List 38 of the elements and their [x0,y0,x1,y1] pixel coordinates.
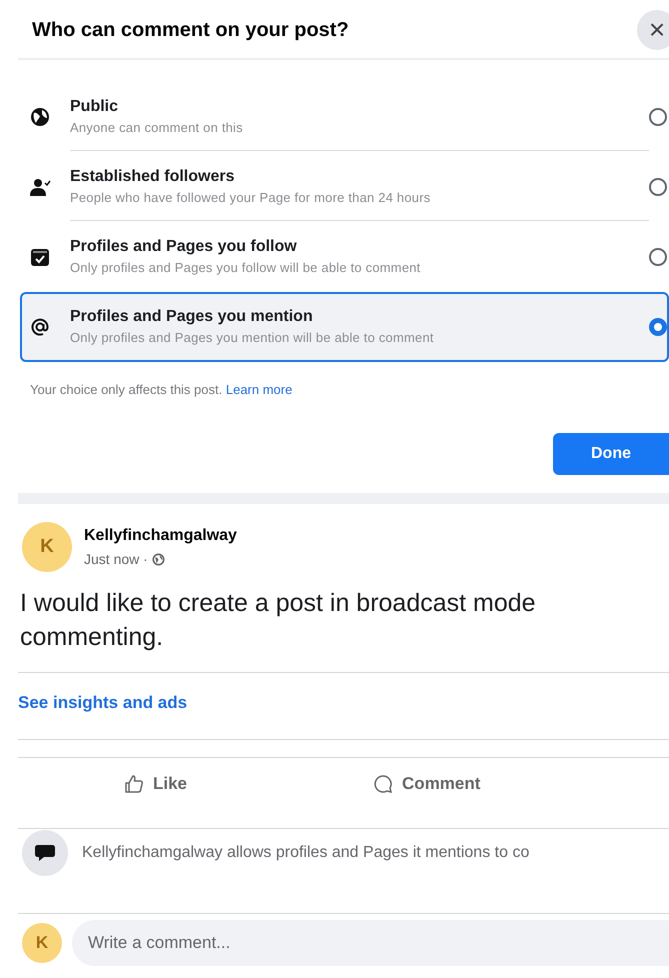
dialog-title: Who can comment on your post? [32,18,349,42]
option-row[interactable]: Profiles and Pages you mention Only profiles and Pages you mention will be able to comment [20,292,669,362]
speech-bubble-icon [373,774,394,794]
thumbs-up-icon [124,774,144,794]
option-row[interactable]: Established followers People who have followed your Page for more than 24 hours [20,152,669,222]
option-description: Only profiles and Pages you mention will be able to comment [70,330,435,345]
globe-icon [30,107,50,127]
option-description: People who have followed your Page for more than 24 hours [70,190,432,205]
comment-notice: Kellyfinchamgalway allows profiles and Pages it mentions to co [82,844,530,862]
option-label: Profiles and Pages you mention [70,308,314,326]
person-icon [29,177,51,197]
action-button[interactable]: Comment [369,770,484,798]
option-row[interactable]: Public Anyone can comment on this [20,82,669,152]
close-button[interactable]: × [637,10,669,50]
option-label: Public [70,98,120,116]
learn-more-link[interactable]: Learn more [226,382,292,397]
option-label: Profiles and Pages you follow [70,238,298,256]
globe-icon [152,552,165,566]
insights-link[interactable]: See insights and ads [18,693,188,713]
avatar: K [22,522,72,572]
post-time: Just now · [84,551,149,567]
radio-button[interactable] [649,178,667,196]
chat-icon [22,830,68,876]
calendar-check-icon [30,247,50,267]
option-row[interactable]: Profiles and Pages you follow Only profiles and Pages you follow will be able to comment [20,222,669,292]
action-button[interactable]: Like [120,770,192,798]
radio-button[interactable] [649,248,667,266]
option-label: Established followers [70,168,236,186]
radio-button[interactable] [649,108,667,126]
author-name[interactable]: Kellyfinchamgalway [84,527,237,545]
radio-button[interactable] [649,318,667,336]
option-description: Anyone can comment on this [70,120,244,135]
comment-field[interactable]: Write a comment... [72,920,669,966]
post-text: I would like to create a post in broadcast mode commenting. [20,588,537,653]
option-description: Only profiles and Pages you follow will be able to comment [70,260,422,275]
note-text: Your choice only affects this post. [30,382,222,397]
done-button[interactable]: Done [553,433,669,475]
at-sign-icon [30,317,50,337]
